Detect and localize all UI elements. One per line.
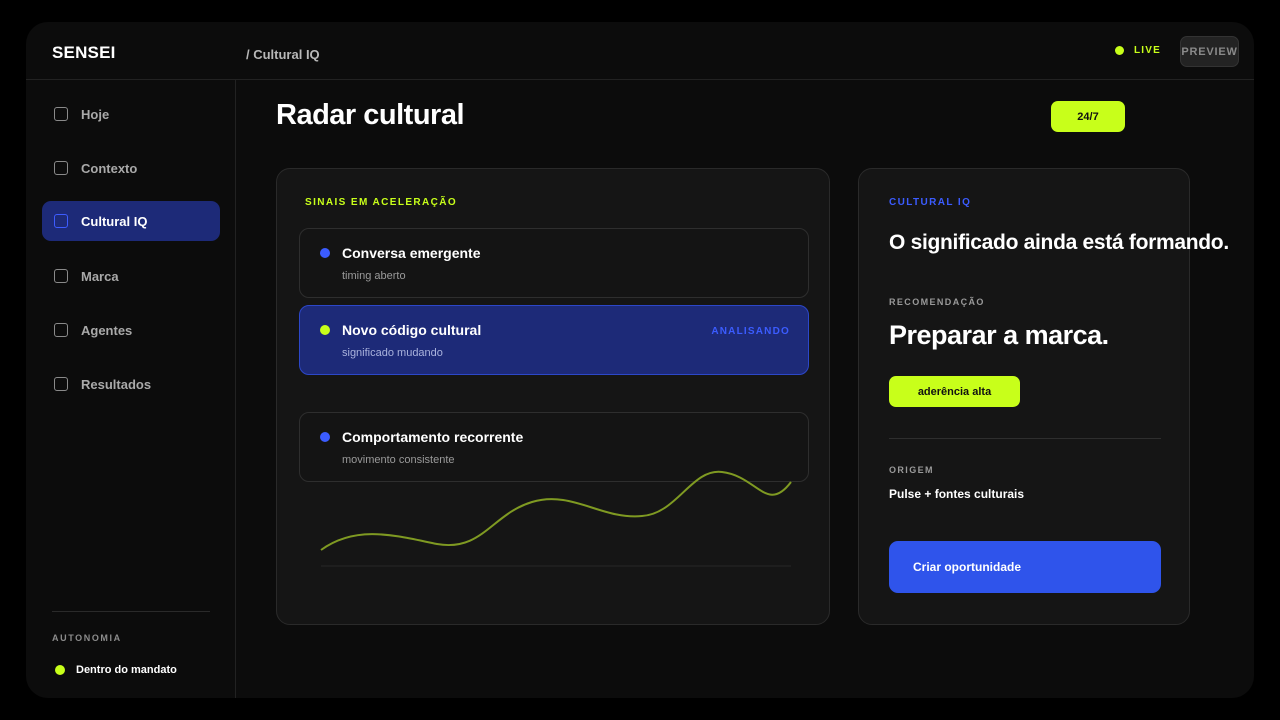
sidebar-item-label: Hoje (81, 106, 110, 122)
sidebar-item-label: Resultados (81, 376, 152, 392)
sidebar-item-label: Marca (81, 268, 119, 284)
signal-status-badge: ANALISANDO (711, 326, 790, 337)
signal-title: Conversa emergente (342, 245, 481, 261)
signal-item-active[interactable]: Novo código cultural significado mudando… (299, 305, 809, 375)
top-bar: SENSEI / Cultural IQ LIVE PREVIEW (26, 22, 1254, 80)
recommendation-value: Preparar a marca. (889, 320, 1109, 350)
sidebar-item-label: Agentes (81, 322, 133, 338)
availability-badge: 24/7 (1051, 101, 1125, 132)
checkbox-icon (54, 214, 68, 228)
signal-title: Novo código cultural (342, 322, 482, 338)
signal-item[interactable]: Conversa emergente timing aberto (299, 228, 809, 298)
checkbox-icon (54, 161, 68, 175)
autonomy-status: Dentro do mandato (55, 664, 177, 676)
live-dot-icon (1115, 46, 1124, 55)
signals-section-label: SINAIS EM ACELERAÇÃO (305, 197, 458, 208)
preview-button[interactable]: PREVIEW (1180, 36, 1239, 67)
breadcrumb: / Cultural IQ (246, 47, 320, 62)
app-window: SENSEI / Cultural IQ LIVE PREVIEW Hoje C… (26, 22, 1254, 698)
sidebar-item-cultural-iq[interactable]: Cultural IQ (42, 201, 220, 241)
checkbox-icon (54, 377, 68, 391)
sidebar-item-label: Cultural IQ (81, 213, 148, 229)
sidebar: Hoje Contexto Cultural IQ Marca Agentes … (26, 80, 236, 698)
origin-label: ORIGEM (889, 465, 934, 475)
page-title: Radar cultural (276, 99, 465, 131)
sparkline-path (320, 470, 792, 551)
checkbox-icon (54, 323, 68, 337)
signal-dot-icon (320, 325, 330, 335)
checkbox-icon (54, 269, 68, 283)
status-dot-icon (55, 665, 65, 675)
sidebar-divider (52, 611, 210, 612)
sidebar-item-agentes[interactable]: Agentes (42, 310, 220, 350)
live-label: LIVE (1134, 45, 1162, 56)
create-opportunity-button[interactable]: Criar oportunidade (889, 541, 1161, 593)
signal-subtitle: significado mudando (342, 347, 443, 359)
trend-sparkline (320, 470, 792, 567)
fit-badge: aderência alta (889, 376, 1020, 407)
signal-title: Comportamento recorrente (342, 429, 524, 445)
signal-dot-icon (320, 432, 330, 442)
sidebar-item-resultados[interactable]: Resultados (42, 364, 220, 404)
insight-headline: O significado ainda está formando. (889, 231, 1229, 254)
autonomy-status-text: Dentro do mandato (76, 664, 177, 676)
live-indicator: LIVE (1115, 45, 1161, 56)
checkbox-icon (54, 107, 68, 121)
signals-card: SINAIS EM ACELERAÇÃO Conversa emergente … (276, 168, 830, 625)
signal-subtitle: timing aberto (342, 270, 406, 282)
sidebar-item-contexto[interactable]: Contexto (42, 148, 220, 188)
insight-card: CULTURAL IQ O significado ainda está for… (858, 168, 1229, 625)
origin-value: Pulse + fontes culturais (889, 487, 1025, 501)
signal-dot-icon (320, 248, 330, 258)
recommendation-label: RECOMENDAÇÃO (889, 297, 985, 307)
insight-category-label: CULTURAL IQ (889, 197, 972, 208)
autonomy-label: AUTONOMIA (52, 633, 122, 643)
insight-divider (889, 438, 1161, 439)
sidebar-item-marca[interactable]: Marca (42, 256, 220, 296)
brand-logo: SENSEI (52, 43, 116, 62)
sidebar-item-label: Contexto (81, 160, 138, 176)
sidebar-item-hoje[interactable]: Hoje (42, 94, 220, 134)
